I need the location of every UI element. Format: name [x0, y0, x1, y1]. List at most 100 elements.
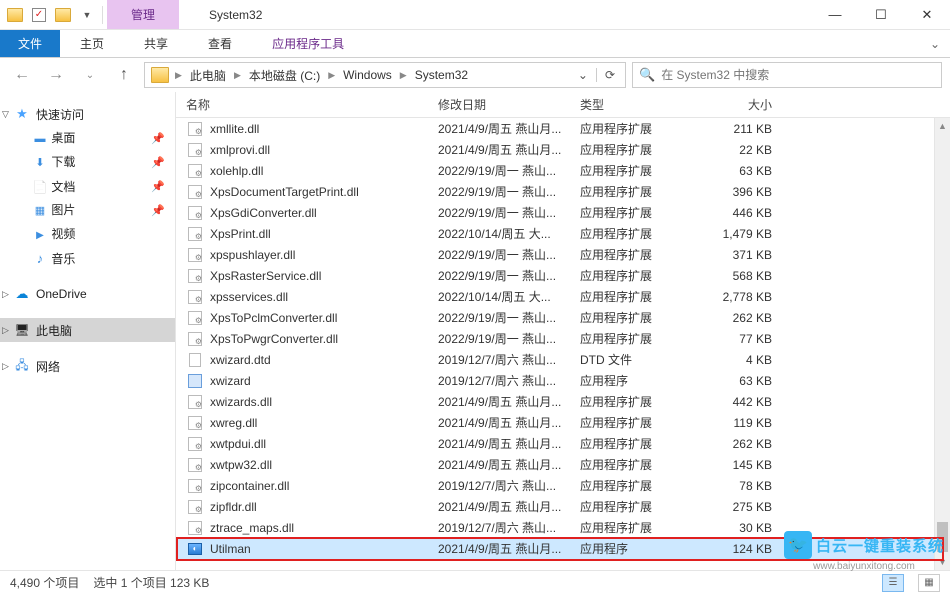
- file-icon: [186, 373, 204, 389]
- file-date: 2022/9/19/周一 燕山...: [438, 246, 580, 263]
- back-button[interactable]: ←: [8, 62, 36, 88]
- file-type: 应用程序扩展: [580, 288, 692, 305]
- file-row[interactable]: xpspushlayer.dll2022/9/19/周一 燕山...应用程序扩展…: [176, 244, 950, 265]
- refresh-button[interactable]: ⟳: [596, 68, 623, 82]
- header-type[interactable]: 类型: [580, 96, 692, 113]
- tab-share[interactable]: 共享: [124, 30, 188, 57]
- file-date: 2019/12/7/周六 燕山...: [438, 477, 580, 494]
- icons-view-button[interactable]: ▦: [918, 574, 940, 592]
- file-size: 442 KB: [692, 395, 792, 409]
- new-folder-button[interactable]: [52, 4, 74, 26]
- file-row[interactable]: xmllite.dll2021/4/9/周五 燕山月...应用程序扩展211 K…: [176, 118, 950, 139]
- scroll-up-button[interactable]: ▲: [935, 118, 950, 134]
- qat-dropdown[interactable]: ▼: [76, 4, 98, 26]
- crumb-thispc[interactable]: 此电脑: [184, 67, 232, 84]
- status-selection: 选中 1 个项目 123 KB: [93, 574, 209, 591]
- sidebar-item-videos[interactable]: 视频: [0, 222, 175, 246]
- sidebar-network[interactable]: ▷网络: [0, 354, 175, 378]
- sidebar-quick-access[interactable]: ▽快速访问: [0, 102, 175, 126]
- file-row[interactable]: xmlprovi.dll2021/4/9/周五 燕山月...应用程序扩展22 K…: [176, 139, 950, 160]
- sidebar-thispc[interactable]: ▷此电脑: [0, 318, 175, 342]
- file-icon: [186, 142, 204, 158]
- file-tab[interactable]: 文件: [0, 30, 60, 57]
- file-type: 应用程序扩展: [580, 225, 692, 242]
- details-view-button[interactable]: ☰: [882, 574, 904, 592]
- sidebar-item-pictures[interactable]: 图片📌: [0, 198, 175, 222]
- pictures-icon: [32, 203, 48, 219]
- sidebar-item-music[interactable]: 音乐: [0, 246, 175, 270]
- file-row[interactable]: XpsToPclmConverter.dll2022/9/19/周一 燕山...…: [176, 307, 950, 328]
- pin-icon: 📌: [151, 180, 165, 193]
- recent-dropdown[interactable]: ⌄: [76, 62, 104, 88]
- scroll-track[interactable]: [935, 134, 950, 554]
- scrollbar-vertical[interactable]: ▲ ▼: [934, 118, 950, 570]
- sidebar-item-desktop[interactable]: 桌面📌: [0, 126, 175, 150]
- music-icon: [32, 250, 48, 266]
- file-row[interactable]: xolehlp.dll2022/9/19/周一 燕山...应用程序扩展63 KB: [176, 160, 950, 181]
- minimize-button[interactable]: —: [812, 0, 858, 30]
- watermark-url: www.baiyunxitong.com: [784, 561, 944, 572]
- tab-app-tools[interactable]: 应用程序工具: [252, 30, 364, 57]
- sidebar-onedrive[interactable]: ▷OneDrive: [0, 282, 175, 306]
- folder-icon[interactable]: [4, 4, 26, 26]
- up-button[interactable]: ↑: [110, 62, 138, 88]
- header-size[interactable]: 大小: [692, 96, 792, 113]
- file-type: DTD 文件: [580, 351, 692, 368]
- close-button[interactable]: ✕: [904, 0, 950, 30]
- file-date: 2021/4/9/周五 燕山月...: [438, 540, 580, 557]
- breadcrumb-dropdown[interactable]: ⌄: [570, 68, 596, 82]
- file-size: 119 KB: [692, 416, 792, 430]
- file-row[interactable]: XpsRasterService.dll2022/9/19/周一 燕山...应用…: [176, 265, 950, 286]
- crumb-drive[interactable]: 本地磁盘 (C:): [243, 67, 326, 84]
- file-type: 应用程序扩展: [580, 162, 692, 179]
- pin-icon: 📌: [151, 156, 165, 169]
- header-date[interactable]: 修改日期: [438, 96, 580, 113]
- chevron-right-icon[interactable]: ▶: [326, 70, 337, 81]
- properties-button[interactable]: ✓: [28, 4, 50, 26]
- file-row[interactable]: XpsToPwgrConverter.dll2022/9/19/周一 燕山...…: [176, 328, 950, 349]
- file-row[interactable]: zipfldr.dll2021/4/9/周五 燕山月...应用程序扩展275 K…: [176, 496, 950, 517]
- breadcrumb[interactable]: ▶ 此电脑 ▶ 本地磁盘 (C:) ▶ Windows ▶ System32 ⌄…: [144, 62, 626, 88]
- file-row[interactable]: zipcontainer.dll2019/12/7/周六 燕山...应用程序扩展…: [176, 475, 950, 496]
- file-name: XpsToPclmConverter.dll: [210, 311, 337, 325]
- file-row[interactable]: XpsDocumentTargetPrint.dll2022/9/19/周一 燕…: [176, 181, 950, 202]
- file-size: 78 KB: [692, 479, 792, 493]
- file-row[interactable]: xwizard2019/12/7/周六 燕山...应用程序63 KB: [176, 370, 950, 391]
- file-row[interactable]: XpsPrint.dll2022/10/14/周五 大...应用程序扩展1,47…: [176, 223, 950, 244]
- crumb-windows[interactable]: Windows: [337, 68, 398, 82]
- search-input[interactable]: [661, 68, 935, 82]
- file-size: 2,778 KB: [692, 290, 792, 304]
- tab-view[interactable]: 查看: [188, 30, 252, 57]
- context-tab[interactable]: 管理: [107, 0, 179, 29]
- file-type: 应用程序: [580, 540, 692, 557]
- chevron-right-icon[interactable]: ▶: [232, 70, 243, 81]
- sidebar-item-downloads[interactable]: 下载📌: [0, 150, 175, 174]
- file-row[interactable]: xpsservices.dll2022/10/14/周五 大...应用程序扩展2…: [176, 286, 950, 307]
- file-row[interactable]: xwizards.dll2021/4/9/周五 燕山月...应用程序扩展442 …: [176, 391, 950, 412]
- file-name: XpsPrint.dll: [210, 227, 271, 241]
- file-size: 63 KB: [692, 374, 792, 388]
- sidebar-item-documents[interactable]: 文档📌: [0, 174, 175, 198]
- maximize-button[interactable]: ☐: [858, 0, 904, 30]
- file-row[interactable]: xwtpw32.dll2021/4/9/周五 燕山月...应用程序扩展145 K…: [176, 454, 950, 475]
- file-row[interactable]: XpsGdiConverter.dll2022/9/19/周一 燕山...应用程…: [176, 202, 950, 223]
- header-name[interactable]: 名称: [186, 96, 438, 113]
- tab-home[interactable]: 主页: [60, 30, 124, 57]
- file-size: 211 KB: [692, 122, 792, 136]
- search-icon: 🔍: [639, 67, 655, 83]
- file-size: 30 KB: [692, 521, 792, 535]
- search-box[interactable]: 🔍: [632, 62, 942, 88]
- chevron-right-icon[interactable]: ▶: [173, 70, 184, 81]
- file-row[interactable]: xwreg.dll2021/4/9/周五 燕山月...应用程序扩展119 KB: [176, 412, 950, 433]
- forward-button[interactable]: →: [42, 62, 70, 88]
- ribbon-expand-button[interactable]: ⌄: [920, 30, 950, 57]
- file-icon: [186, 478, 204, 494]
- file-type: 应用程序: [580, 372, 692, 389]
- chevron-right-icon[interactable]: ▶: [398, 70, 409, 81]
- file-row[interactable]: xwtpdui.dll2021/4/9/周五 燕山月...应用程序扩展262 K…: [176, 433, 950, 454]
- file-type: 应用程序扩展: [580, 330, 692, 347]
- crumb-system32[interactable]: System32: [409, 68, 474, 82]
- file-icon: [186, 310, 204, 326]
- file-row[interactable]: xwizard.dtd2019/12/7/周六 燕山...DTD 文件4 KB: [176, 349, 950, 370]
- file-list[interactable]: xmllite.dll2021/4/9/周五 燕山月...应用程序扩展211 K…: [176, 118, 950, 570]
